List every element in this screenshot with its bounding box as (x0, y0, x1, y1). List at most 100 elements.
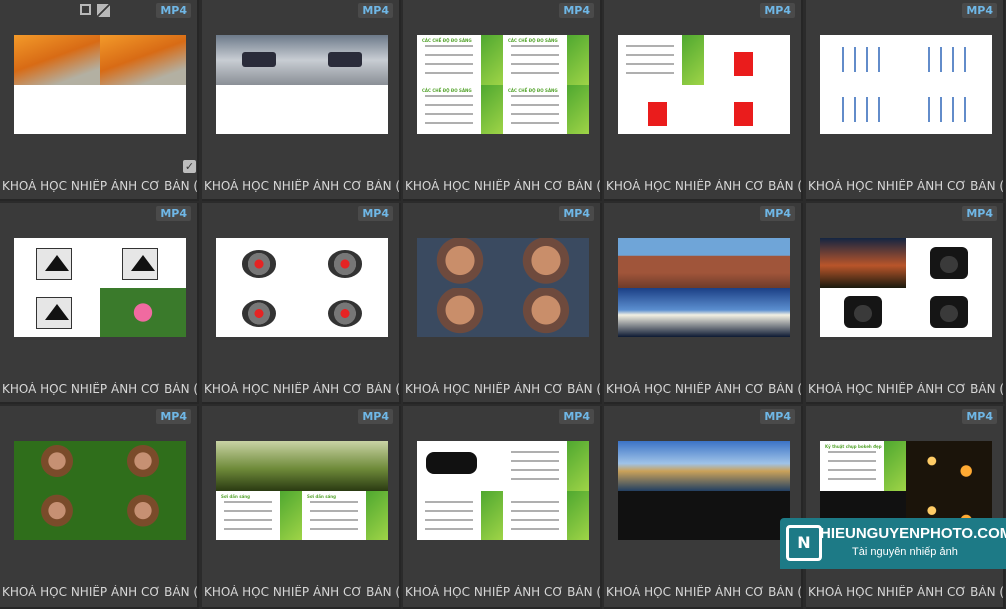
video-tile[interactable]: MP4 CÁC CHẾ ĐỘ ĐO SÁNG CÁC CHẾ ĐỘ ĐO SÁNG C… (403, 0, 602, 201)
file-type-badge: MP4 (962, 409, 997, 424)
thumbnail-frame (704, 441, 790, 491)
thumbnail-frame (417, 490, 503, 540)
video-tile[interactable]: MP4 KHOÁ HỌC NHIẾP ẢNH CƠ BẢN (... (604, 0, 803, 201)
thumbnail-frame (503, 287, 589, 337)
video-tile[interactable]: MP4 KHOÁ HỌC NHIẾP ẢNH CƠ BẢN (... (202, 0, 401, 201)
video-thumbnail (417, 238, 589, 337)
slide-title: CÁC CHẾ ĐỘ ĐO SÁNG (422, 38, 472, 43)
slide-title: CÁC CHẾ ĐỘ ĐO SÁNG (508, 87, 558, 93)
thumbnail-frame (302, 441, 388, 491)
video-tile[interactable]: MP4 KHOÁ HỌC NHIẾP ẢNH CƠ BẢN (... (604, 406, 803, 609)
video-title-label: KHOÁ HỌC NHIẾP ẢNH CƠ BẢN (... (204, 179, 399, 193)
video-title-label: KHOÁ HỌC NHIẾP ẢNH CƠ BẢN (... (808, 585, 1003, 599)
video-tile[interactable]: MP4 KHOÁ HỌC NHIẾP ẢNH CƠ BẢN (... (0, 203, 199, 404)
video-tile[interactable]: MP4 KHOÁ HỌC NHIẾP ẢNH CƠ BẢN (... (202, 203, 401, 404)
select-square-icon[interactable] (80, 4, 91, 15)
thumbnail-frame (100, 287, 186, 337)
video-tile[interactable]: MP4 KHOÁ HỌC NHIẾP ẢNH CƠ BẢN (... (403, 203, 602, 404)
video-tile[interactable]: MP4 Sơi dần sáng Sơi dần sáng KHOÁ HỌC NHIẾ… (202, 406, 401, 609)
thumbnail-frame (417, 287, 503, 337)
video-thumbnail (820, 35, 992, 134)
file-type-badge: MP4 (760, 409, 795, 424)
video-tile[interactable]: MP4 KHOÁ HỌC NHIẾP ẢNH CƠ BẢN (... (403, 406, 602, 609)
thumbnail-frame: CÁC CHẾ ĐỘ ĐO SÁNG (503, 35, 589, 85)
checked-checkbox-icon[interactable]: ✓ (183, 160, 196, 173)
thumbnail-frame (906, 441, 992, 491)
thumbnail-frame (906, 35, 992, 85)
video-grid: MP4 KHOÁ HỌC NHIẾP ẢNH CƠ BẢN (... MP4 KHOÁ… (0, 0, 1006, 609)
thumbnail-frame (100, 238, 186, 288)
file-type-badge: MP4 (559, 3, 594, 18)
thumbnail-frame (503, 238, 589, 288)
slide-title: Sơi dần sáng (221, 493, 250, 499)
video-thumbnail: Sơi dần sáng Sơi dần sáng (216, 441, 388, 540)
thumbnail-frame (906, 287, 992, 337)
video-thumbnail (417, 441, 589, 540)
file-type-badge: MP4 (962, 206, 997, 221)
file-type-badge: MP4 (760, 206, 795, 221)
watermark-title: HIEUNGUYENPHOTO.COM (820, 525, 1006, 542)
thumbnail-frame: CÁC CHẾ ĐỘ ĐO SÁNG (417, 35, 503, 85)
thumbnail-frame (820, 84, 906, 134)
thumbnail-frame (216, 35, 302, 85)
thumbnail-frame: Sơi dần sáng (216, 490, 302, 540)
video-tile[interactable]: MP4 Kỹ thuật chụp bokeh đẹp KHOÁ HỌC NHIẾP… (806, 406, 1005, 609)
thumbnail-frame (820, 238, 906, 288)
video-thumbnail (14, 441, 186, 540)
thumbnail-frame (216, 238, 302, 288)
video-title-label: KHOÁ HỌC NHIẾP ẢNH CƠ BẢN (... (606, 179, 801, 193)
video-tile[interactable]: MP4 KHOÁ HỌC NHIẾP ẢNH CƠ BẢN (... (604, 203, 803, 404)
file-type-badge: MP4 (156, 409, 191, 424)
thumbnail-frame (100, 84, 186, 134)
thumbnail-frame (100, 35, 186, 85)
thumbnail-frame (216, 287, 302, 337)
video-title-label: KHOÁ HỌC NHIẾP ẢNH CƠ BẢN (... (606, 382, 801, 396)
thumbnail-frame: CÁC CHẾ ĐỘ ĐO SÁNG (503, 84, 589, 134)
video-title-label: KHOÁ HỌC NHIẾP ẢNH CƠ BẢN (... (405, 585, 600, 599)
video-thumbnail (820, 238, 992, 337)
video-title-label: KHOÁ HỌC NHIẾP ẢNH CƠ BẢN (... (808, 382, 1003, 396)
thumbnail-frame: Sơi dần sáng (302, 490, 388, 540)
thumbnail-frame (503, 490, 589, 540)
thumbnail-frame (618, 490, 704, 540)
video-thumbnail (618, 35, 790, 134)
video-title-label: KHOÁ HỌC NHIẾP ẢNH CƠ BẢN (... (2, 382, 197, 396)
file-type-badge: MP4 (156, 3, 191, 18)
thumbnail-frame (618, 441, 704, 491)
thumbnail-frame: CÁC CHẾ ĐỘ ĐO SÁNG (417, 84, 503, 134)
logo-icon: N (786, 525, 822, 561)
slide-title: Sơi dần sáng (307, 493, 336, 499)
file-type-badge: MP4 (760, 3, 795, 18)
thumbnail-frame (14, 35, 100, 85)
thumbnail-frame (302, 84, 388, 134)
video-tile[interactable]: MP4 KHOÁ HỌC NHIẾP ẢNH CƠ BẢN (... (806, 203, 1005, 404)
file-type-badge: MP4 (358, 409, 393, 424)
thumbnail-frame (618, 84, 704, 134)
thumbnail-frame (704, 490, 790, 540)
thumbnail-frame (302, 35, 388, 85)
thumbnail-frame (618, 238, 704, 288)
thumbnail-frame (704, 35, 790, 85)
thumbnail-frame (14, 441, 100, 491)
thumbnail-frame (503, 441, 589, 491)
slide-title: CÁC CHẾ ĐỘ ĐO SÁNG (422, 87, 472, 93)
video-tile[interactable]: MP4 KHOÁ HỌC NHIẾP ẢNH CƠ BẢN (... (806, 0, 1005, 201)
thumbnail-frame (704, 238, 790, 288)
thumbnail-frame (302, 238, 388, 288)
video-tile[interactable]: MP4 KHOÁ HỌC NHIẾP ẢNH CƠ BẢN (... (0, 406, 199, 609)
video-thumbnail: CÁC CHẾ ĐỘ ĐO SÁNG CÁC CHẾ ĐỘ ĐO SÁNG CÁC … (417, 35, 589, 134)
video-title-label: KHOÁ HỌC NHIẾP ẢNH CƠ BẢN (... (2, 585, 197, 599)
thumbnail-frame (906, 84, 992, 134)
clear-selection-icon[interactable] (97, 4, 110, 17)
thumbnail-frame (417, 441, 503, 491)
thumbnail-frame: Kỹ thuật chụp bokeh đẹp (820, 441, 906, 491)
video-tile[interactable]: MP4 KHOÁ HỌC NHIẾP ẢNH CƠ BẢN (... (0, 0, 199, 201)
video-title-label: KHOÁ HỌC NHIẾP ẢNH CƠ BẢN (... (606, 585, 801, 599)
video-title-label: KHOÁ HỌC NHIẾP ẢNH CƠ BẢN (... (808, 179, 1003, 193)
watermark-logo: N HIEUNGUYENPHOTO.COM Tài nguyên nhiếp ả… (780, 518, 1006, 569)
thumbnail-frame (618, 287, 704, 337)
video-title-label: KHOÁ HỌC NHIẾP ẢNH CƠ BẢN (... (405, 382, 600, 396)
thumbnail-frame (14, 84, 100, 134)
video-title-label: KHOÁ HỌC NHIẾP ẢNH CƠ BẢN (... (204, 382, 399, 396)
thumbnail-frame (14, 490, 100, 540)
